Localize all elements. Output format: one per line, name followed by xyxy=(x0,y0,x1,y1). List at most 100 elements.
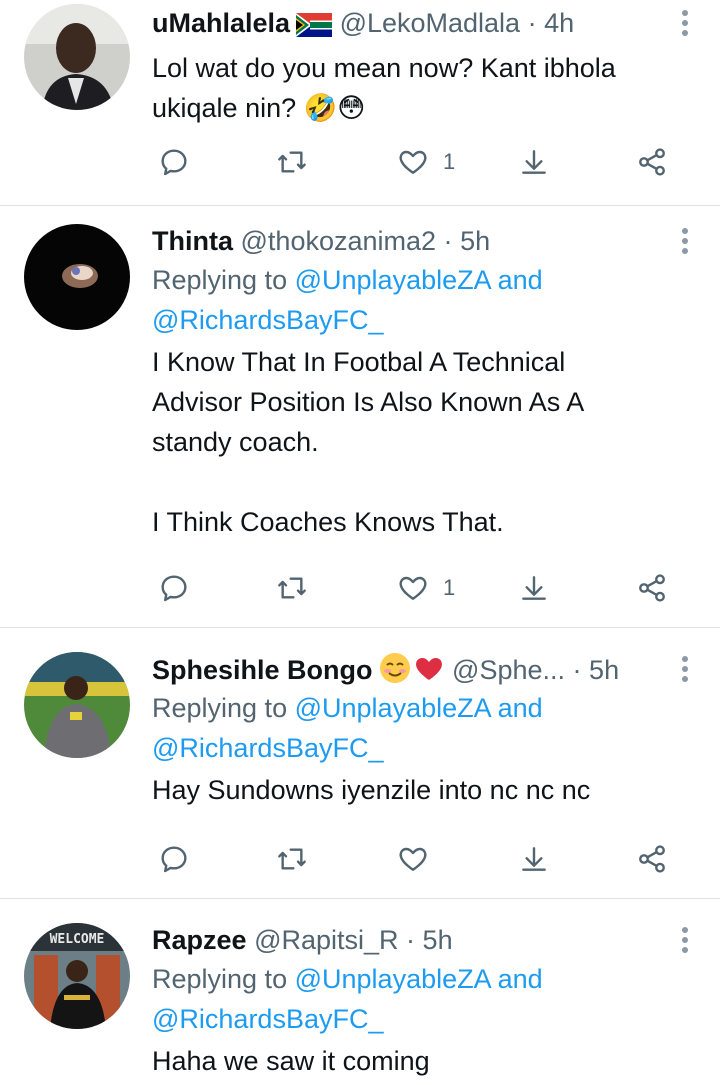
tweet-text: Haha we saw it coming xyxy=(152,1041,696,1081)
heart-icon xyxy=(399,576,427,600)
separator-dot: · xyxy=(527,8,537,38)
replying-to: Replying to @UnplayableZA and @RichardsB… xyxy=(152,959,696,1039)
share-icon xyxy=(639,148,665,176)
avatar[interactable] xyxy=(24,652,130,758)
tweet-header: Sphesihle Bongo @Sphe... · 5h ☺️❤️ xyxy=(152,652,696,686)
more-options-icon[interactable] xyxy=(682,10,690,40)
more-options-icon[interactable] xyxy=(682,927,690,957)
reply-icon xyxy=(161,575,187,602)
timestamp[interactable]: 5h xyxy=(460,226,490,256)
like-button[interactable]: 1 xyxy=(397,142,455,182)
author-handle[interactable]: @thokozanima2 xyxy=(241,226,437,256)
replying-to-label: Replying to xyxy=(152,964,288,994)
retweet-button[interactable] xyxy=(276,142,308,182)
download-icon xyxy=(522,847,546,871)
tweet-actions xyxy=(152,839,696,879)
bookmark-button[interactable] xyxy=(518,839,550,879)
tweet-text-line: I Know That In Footbal A Technical xyxy=(152,347,566,377)
bookmark-button[interactable] xyxy=(518,142,550,182)
avatar[interactable] xyxy=(24,224,130,330)
like-button[interactable] xyxy=(397,839,443,879)
tweet-text-line: standy coach. xyxy=(152,427,319,457)
share-button[interactable] xyxy=(636,568,668,608)
tweet-umahlalela[interactable]: uMahlalela @LekoMadlala · 4h Lol wat do … xyxy=(0,0,720,205)
tweet-text-line: ukiqale nin? 🤣😳 xyxy=(152,93,366,123)
tweet-actions: 1 xyxy=(152,568,696,608)
more-options-icon[interactable] xyxy=(682,228,690,258)
author-name[interactable]: Rapzee xyxy=(152,925,247,955)
retweet-button[interactable] xyxy=(276,839,308,879)
tweet-text-line: Advisor Position Is Also Known As A xyxy=(152,387,585,417)
retweet-button[interactable] xyxy=(276,568,308,608)
author-handle[interactable]: @Rapitsi_R xyxy=(254,925,398,955)
timestamp[interactable]: 5h xyxy=(589,655,619,685)
share-icon xyxy=(639,574,665,602)
tweet-actions: 1 xyxy=(152,142,696,182)
mention-link[interactable]: @RichardsBayFC_ xyxy=(152,305,383,335)
replying-and: and xyxy=(497,964,543,994)
tweet-text: Hay Sundowns iyenzile into nc nc nc xyxy=(152,770,696,810)
replying-and: and xyxy=(497,265,543,295)
retweet-icon xyxy=(278,577,306,599)
replying-and: and xyxy=(497,693,543,723)
tweet-sphesihle-bongo[interactable]: Sphesihle Bongo @Sphe... · 5h ☺️❤️ Reply… xyxy=(0,628,720,898)
mention-link[interactable]: @RichardsBayFC_ xyxy=(152,733,383,763)
mention-link[interactable]: @UnplayableZA xyxy=(295,693,491,723)
reply-button[interactable] xyxy=(158,839,190,879)
tweet-thinta[interactable]: Thinta @thokozanima2 · 5h Replying to @U… xyxy=(0,206,720,627)
share-button[interactable] xyxy=(636,839,668,879)
avatar-image xyxy=(24,224,130,330)
replying-to: Replying to @UnplayableZA and @RichardsB… xyxy=(152,688,696,768)
like-button[interactable]: 1 xyxy=(397,568,455,608)
download-icon xyxy=(522,576,546,600)
author-name[interactable]: Sphesihle Bongo xyxy=(152,655,373,685)
replying-to-label: Replying to xyxy=(152,693,288,723)
avatar-image xyxy=(24,4,130,110)
retweet-icon xyxy=(278,848,306,870)
avatar-image xyxy=(24,652,130,758)
like-count: 1 xyxy=(443,575,456,600)
download-icon xyxy=(522,150,546,174)
avatar[interactable] xyxy=(24,4,130,110)
smiling-face-icon xyxy=(379,652,411,692)
tweet-text-line: Haha we saw it coming xyxy=(152,1046,430,1076)
author-handle[interactable]: @Sphe... xyxy=(452,655,565,685)
tweet-text: I Know That In Footbal A Technical Advis… xyxy=(152,342,696,542)
replying-to-label: Replying to xyxy=(152,265,288,295)
reply-icon xyxy=(161,149,187,176)
tweet-header: Rapzee @Rapitsi_R · 5h xyxy=(152,923,696,957)
tweet-header: uMahlalela @LekoMadlala · 4h xyxy=(152,6,696,40)
timestamp[interactable]: 5h xyxy=(423,925,453,955)
mention-link[interactable]: @UnplayableZA xyxy=(295,265,491,295)
share-button[interactable] xyxy=(636,142,668,182)
reply-button[interactable] xyxy=(158,142,190,182)
author-name[interactable]: Thinta xyxy=(152,226,233,256)
like-count: 1 xyxy=(443,149,456,174)
author-name[interactable]: uMahlalela xyxy=(152,8,290,38)
timestamp[interactable]: 4h xyxy=(544,8,574,38)
mention-link[interactable]: @UnplayableZA xyxy=(295,964,491,994)
tweet-header: Thinta @thokozanima2 · 5h xyxy=(152,224,696,258)
heart-icon xyxy=(399,150,427,174)
tweet-rapzee[interactable]: WELCOME Rapzee @Rapitsi_R · 5h Replying … xyxy=(0,899,720,1085)
author-handle[interactable]: @LekoMadlala xyxy=(340,8,521,38)
heart-icon xyxy=(399,847,427,871)
tweet-text-line: Lol wat do you mean now? Kant ibhola xyxy=(152,53,616,83)
share-icon xyxy=(639,845,665,873)
tweet-text-line xyxy=(152,462,696,502)
more-options-icon[interactable] xyxy=(682,656,690,686)
separator-dot: · xyxy=(443,226,453,256)
replying-to: Replying to @UnplayableZA and @RichardsB… xyxy=(152,260,696,340)
separator-dot: · xyxy=(572,655,582,685)
bookmark-button[interactable] xyxy=(518,568,550,608)
retweet-icon xyxy=(278,151,306,173)
south-africa-flag-icon xyxy=(296,11,333,45)
mention-link[interactable]: @RichardsBayFC_ xyxy=(152,1004,383,1034)
avatar[interactable]: WELCOME xyxy=(24,923,130,1029)
tweet-text-line: Hay Sundowns iyenzile into nc nc nc xyxy=(152,775,591,805)
tweet-text-line: I Think Coaches Knows That. xyxy=(152,507,504,537)
avatar-image: WELCOME xyxy=(24,923,130,1029)
red-heart-icon xyxy=(413,652,445,692)
avatar-sign-text: WELCOME xyxy=(50,932,105,947)
reply-button[interactable] xyxy=(158,568,190,608)
